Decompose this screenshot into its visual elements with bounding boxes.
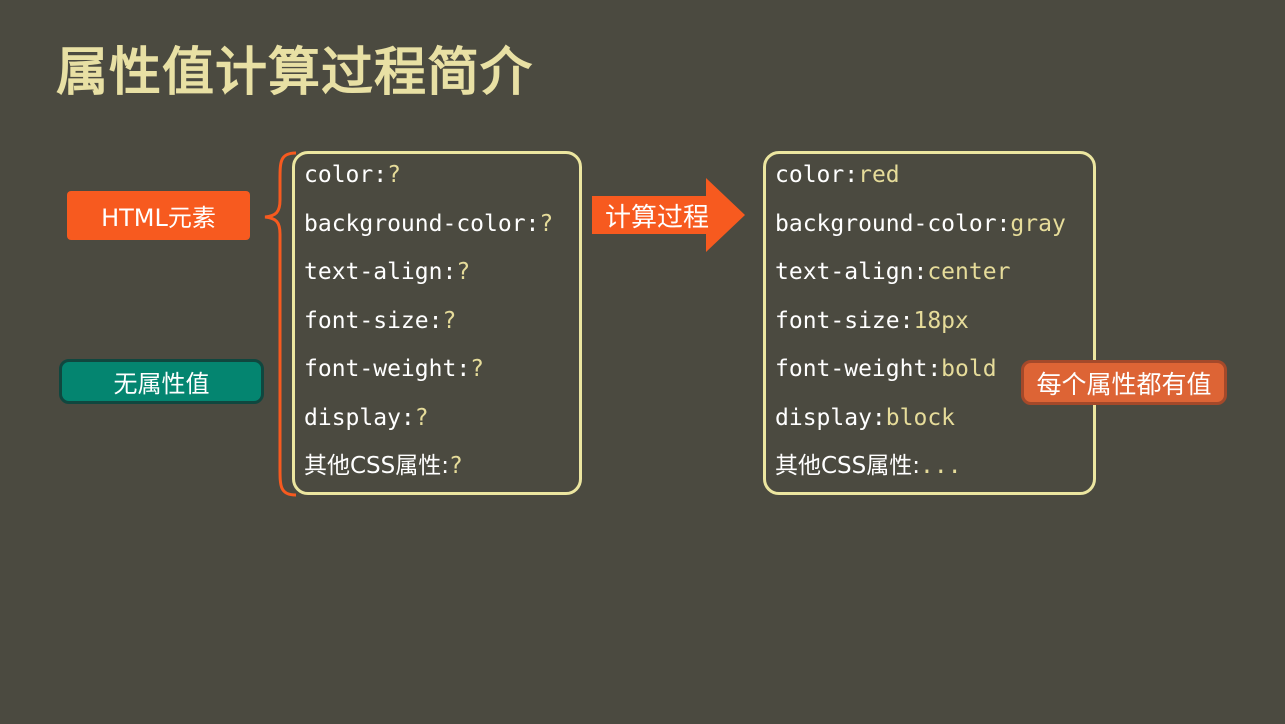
property-key: color: <box>304 162 388 188</box>
property-value: bold <box>941 356 997 382</box>
before-properties-box: color:? background-color:? text-align:? fon… <box>292 151 582 495</box>
property-row: display:? <box>304 403 429 433</box>
property-key: background-color: <box>304 211 540 237</box>
property-key: background-color: <box>775 211 1011 237</box>
property-row: display:block <box>775 403 955 433</box>
property-value: ? <box>449 453 463 479</box>
process-label: 计算过程 <box>604 202 709 233</box>
slide-title: 属性值计算过程简介 <box>56 43 534 103</box>
property-key: font-size: <box>304 308 443 334</box>
property-key: font-weight: <box>775 356 942 382</box>
property-key: font-size: <box>775 308 914 334</box>
property-value: ? <box>414 405 429 431</box>
property-row: text-align:center <box>775 257 1010 287</box>
property-value: center <box>927 259 1011 285</box>
property-row: font-size:18px <box>775 306 969 336</box>
property-key: text-align: <box>775 259 928 285</box>
html-element-tag: HTML元素 <box>67 191 250 240</box>
property-value: block <box>885 405 956 431</box>
no-value-tag: 无属性值 <box>59 359 264 404</box>
property-row: color:red <box>775 160 900 190</box>
after-properties-box: color:red background-color:gray text-align… <box>763 151 1096 495</box>
property-value: red <box>858 162 900 188</box>
property-value: gray <box>1010 211 1066 237</box>
property-value: 18px <box>913 308 969 334</box>
property-value: ? <box>539 211 554 237</box>
property-value: ? <box>442 308 457 334</box>
property-key: display: <box>775 405 886 431</box>
property-key: text-align: <box>304 259 457 285</box>
property-row: font-weight:bold <box>775 354 997 384</box>
property-row: background-color:? <box>304 209 553 239</box>
every-property-has-value-tag: 每个属性都有值 <box>1021 360 1227 405</box>
property-key: font-weight: <box>304 356 471 382</box>
property-row: font-weight:? <box>304 354 484 384</box>
property-row: 其他CSS属性:... <box>775 451 962 481</box>
property-row: 其他CSS属性:? <box>304 451 463 481</box>
property-key: 其他CSS属性: <box>775 453 921 479</box>
property-value: ... <box>920 453 962 479</box>
property-row: font-size:? <box>304 306 456 336</box>
property-key: 其他CSS属性: <box>304 453 450 479</box>
property-key: display: <box>304 405 415 431</box>
property-row: text-align:? <box>304 257 470 287</box>
property-row: color:? <box>304 160 401 190</box>
property-value: ? <box>470 356 485 382</box>
property-value: ? <box>387 162 401 188</box>
property-key: color: <box>775 162 859 188</box>
property-row: background-color:gray <box>775 209 1066 239</box>
property-value: ? <box>456 259 471 285</box>
